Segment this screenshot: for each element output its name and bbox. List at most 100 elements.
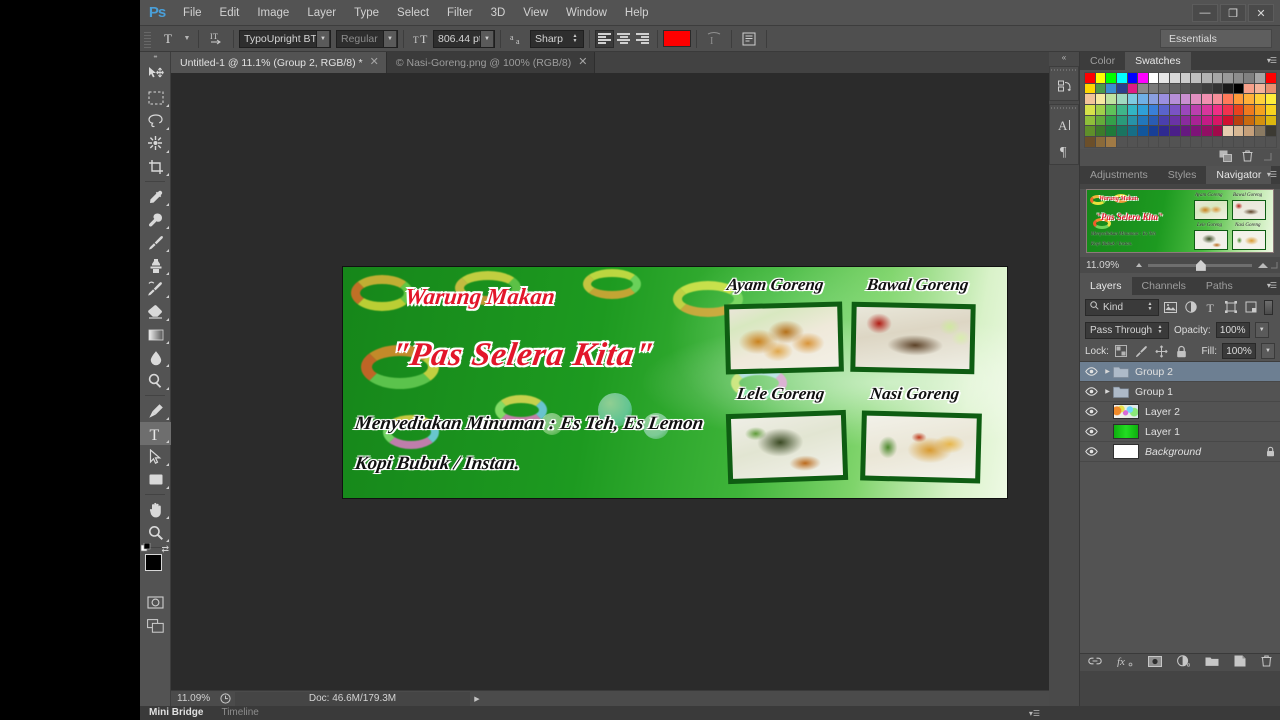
swatch-54[interactable]: [1084, 103, 1097, 117]
swatch-57[interactable]: [1115, 103, 1129, 117]
swatch-22[interactable]: [1126, 82, 1140, 96]
swatch-109[interactable]: [1094, 135, 1108, 149]
swatches-grid[interactable]: [1080, 70, 1280, 149]
swatch-3[interactable]: [1115, 72, 1129, 85]
swatch-83[interactable]: [1200, 114, 1214, 128]
filter-shape-icon[interactable]: [1222, 298, 1239, 316]
panel-grip[interactable]: [1050, 67, 1078, 74]
type-tool-icon[interactable]: T: [155, 28, 181, 49]
dodge-tool[interactable]: [140, 369, 171, 392]
layer-thumbnail[interactable]: [1113, 424, 1139, 440]
swatch-81[interactable]: [1179, 114, 1193, 128]
zoom-out-icon[interactable]: [1136, 263, 1142, 268]
swatch-91[interactable]: [1094, 125, 1108, 138]
swatch-118[interactable]: [1190, 135, 1203, 149]
swatch-0[interactable]: [1084, 72, 1097, 85]
delete-swatch-icon[interactable]: [1242, 150, 1253, 165]
tab-color[interactable]: Color: [1080, 52, 1126, 70]
swatch-46[interactable]: [1190, 93, 1203, 106]
swatch-44[interactable]: [1169, 93, 1182, 106]
font-style-chevron-down-icon[interactable]: ▼: [383, 30, 396, 47]
swatch-31[interactable]: [1222, 82, 1235, 96]
swatch-112[interactable]: [1126, 135, 1140, 149]
swatch-99[interactable]: [1179, 125, 1193, 138]
layer-thumbnail[interactable]: [1113, 404, 1139, 420]
swatch-48[interactable]: [1211, 93, 1225, 106]
swatch-55[interactable]: [1094, 103, 1108, 117]
layer-visibility-icon[interactable]: [1080, 387, 1102, 397]
menu-filter[interactable]: Filter: [438, 0, 482, 26]
bottom-dock-menu-icon[interactable]: ▾☰: [1029, 709, 1040, 718]
zoom-tool[interactable]: [140, 521, 171, 544]
swatch-45[interactable]: [1179, 93, 1193, 106]
layer-row-layer-1[interactable]: Layer 1: [1080, 422, 1280, 443]
swatch-123[interactable]: [1243, 135, 1256, 149]
status-expand-arrow-icon[interactable]: ▶: [470, 695, 484, 703]
opacity-chevron-down-icon[interactable]: ▼: [1254, 322, 1269, 339]
swatch-93[interactable]: [1115, 125, 1129, 138]
photo-nasi-goreng[interactable]: [860, 410, 982, 484]
swatch-26[interactable]: [1169, 82, 1182, 96]
history-brush-tool[interactable]: [140, 277, 171, 300]
swatch-116[interactable]: [1169, 135, 1182, 149]
swatch-49[interactable]: [1222, 93, 1235, 106]
resize-grip-icon[interactable]: [1268, 261, 1280, 269]
align-right-button[interactable]: [633, 30, 652, 48]
swatch-15[interactable]: [1243, 72, 1256, 85]
link-layers-icon[interactable]: [1088, 656, 1102, 669]
layer-thumbnail[interactable]: [1113, 444, 1139, 460]
close-icon[interactable]: ✕: [370, 57, 379, 68]
swatch-66[interactable]: [1211, 103, 1225, 117]
swatch-17[interactable]: [1264, 72, 1278, 85]
swatch-115[interactable]: [1158, 135, 1171, 149]
swatch-100[interactable]: [1190, 125, 1203, 138]
font-size-chevron-down-icon[interactable]: ▼: [480, 30, 493, 47]
swatch-121[interactable]: [1222, 135, 1235, 149]
delete-layer-icon[interactable]: [1261, 655, 1272, 670]
character-panel-icon[interactable]: A: [1050, 112, 1079, 138]
panel-grip[interactable]: [1050, 105, 1078, 112]
layer-filter-spinner-icon[interactable]: ▲ ▼: [1144, 299, 1156, 315]
swatch-71[interactable]: [1264, 103, 1278, 117]
menu-file[interactable]: File: [174, 0, 211, 26]
options-bar-grip[interactable]: [144, 29, 151, 48]
swatch-18[interactable]: [1084, 82, 1097, 96]
font-family-select[interactable]: TypoUpright BT ▼: [239, 29, 331, 48]
navigator-zoom-value[interactable]: 11.09%: [1080, 260, 1136, 271]
font-family-chevron-down-icon[interactable]: ▼: [316, 30, 329, 47]
swatch-53[interactable]: [1264, 93, 1278, 106]
swatch-50[interactable]: [1232, 93, 1246, 106]
swatch-4[interactable]: [1126, 72, 1140, 85]
swatch-124[interactable]: [1254, 135, 1267, 149]
swatch-62[interactable]: [1169, 103, 1182, 117]
swatch-7[interactable]: [1158, 72, 1171, 85]
tab-navigator[interactable]: Navigator: [1206, 166, 1272, 185]
swatch-9[interactable]: [1179, 72, 1193, 85]
swatch-14[interactable]: [1232, 72, 1246, 85]
menu-type[interactable]: Type: [345, 0, 388, 26]
eraser-tool[interactable]: [140, 300, 171, 323]
swatch-69[interactable]: [1243, 103, 1256, 117]
swatch-8[interactable]: [1169, 72, 1182, 85]
align-center-button[interactable]: [614, 30, 633, 48]
rectangular-marquee-tool[interactable]: [140, 86, 171, 109]
swatch-23[interactable]: [1137, 82, 1150, 96]
navigator-zoom-slider[interactable]: [1148, 259, 1252, 271]
filter-type-icon[interactable]: T: [1202, 298, 1219, 316]
layer-visibility-icon[interactable]: [1080, 407, 1102, 417]
swatch-85[interactable]: [1222, 114, 1235, 128]
swatch-64[interactable]: [1190, 103, 1203, 117]
swatch-103[interactable]: [1222, 125, 1235, 138]
fill-input[interactable]: 100%: [1222, 343, 1256, 360]
swatch-65[interactable]: [1200, 103, 1214, 117]
workspace-switcher[interactable]: Essentials: [1160, 29, 1272, 48]
layer-row-group-2[interactable]: ▶ Group 2: [1080, 362, 1280, 383]
menu-edit[interactable]: Edit: [211, 0, 249, 26]
clone-stamp-tool[interactable]: [140, 254, 171, 277]
swatch-63[interactable]: [1179, 103, 1193, 117]
filter-adjustment-icon[interactable]: [1182, 298, 1199, 316]
swatch-114[interactable]: [1147, 135, 1161, 149]
menu-help[interactable]: Help: [616, 0, 658, 26]
swatch-40[interactable]: [1126, 93, 1140, 106]
tab-paths[interactable]: Paths: [1195, 277, 1243, 296]
